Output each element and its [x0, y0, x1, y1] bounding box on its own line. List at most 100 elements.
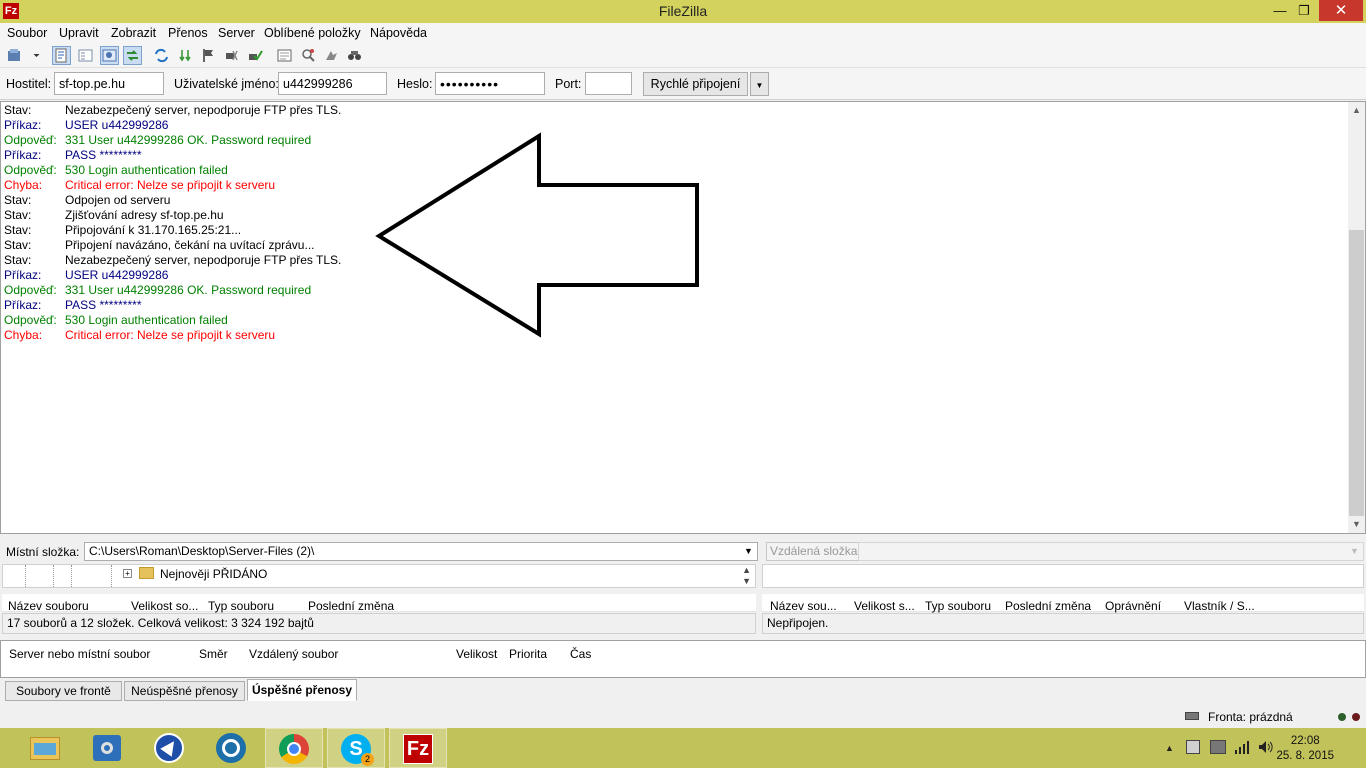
folder-icon [139, 567, 154, 579]
toggle-queue-icon[interactable] [123, 46, 142, 65]
maximize-button[interactable]: ❐ [1290, 0, 1318, 21]
menu-prenos[interactable]: Přenos [168, 26, 208, 40]
tab-failed-transfers[interactable]: Neúspěšné přenosy [124, 681, 245, 701]
receive-indicator-icon [1338, 713, 1346, 721]
log-type: Odpověď: [4, 313, 57, 327]
skype-icon[interactable]: S 2 [327, 728, 385, 768]
password-input[interactable] [435, 72, 545, 95]
password-label: Heslo: [397, 77, 433, 91]
tray-security-icon[interactable] [1186, 740, 1200, 754]
queue-column-file[interactable]: Server nebo místní soubor [9, 647, 150, 661]
toggle-remote-tree-icon[interactable] [100, 46, 119, 65]
site-manager-icon[interactable] [5, 46, 24, 65]
column-modified[interactable]: Poslední změna [1005, 599, 1091, 613]
compare-directories-icon[interactable] [299, 46, 318, 65]
taskbar: S 2 Fz ▲ 22:08 25. 8. 2015 [0, 728, 1366, 768]
log-message: Nezabezpečený server, nepodporuje FTP př… [65, 103, 342, 117]
queue-column-direction[interactable]: Směr [199, 647, 228, 661]
column-type[interactable]: Typ souboru [208, 599, 274, 613]
directory-listing-filter-icon[interactable] [275, 46, 294, 65]
scrollbar-thumb[interactable] [1349, 230, 1364, 516]
system-clock[interactable]: 22:08 25. 8. 2015 [1276, 734, 1334, 764]
cancel-operation-icon[interactable] [199, 46, 218, 65]
log-type: Příkaz: [4, 268, 42, 282]
expand-icon[interactable]: + [123, 569, 132, 578]
column-permissions[interactable]: Oprávnění [1105, 599, 1161, 613]
search-files-icon[interactable] [345, 46, 364, 65]
tray-volume-icon[interactable] [1258, 740, 1274, 757]
log-message: Critical error: Nelze se připojit k serv… [65, 328, 276, 342]
host-label: Hostitel: [6, 77, 52, 91]
tree-folder-label[interactable]: Nejnověji PŘIDÁNO [160, 567, 267, 581]
queue-column-priority[interactable]: Priorita [509, 647, 547, 661]
remote-status: Nepřipojen. [762, 613, 1364, 634]
column-filename[interactable]: Název souboru [8, 599, 89, 613]
local-path-input[interactable]: C:\Users\Roman\Desktop\Server-Files (2)\ [84, 542, 758, 561]
control-panel-icon[interactable] [79, 728, 137, 768]
log-message: Nezabezpečený server, nepodporuje FTP př… [65, 253, 342, 267]
menu-server[interactable]: Server [218, 26, 255, 40]
log-message: Critical error: Nelze se připojit k serv… [65, 178, 276, 192]
toggle-log-icon[interactable] [52, 46, 71, 65]
navigation-icon[interactable] [141, 728, 199, 768]
scroll-down-icon[interactable]: ▼ [742, 576, 751, 586]
menu-soubor[interactable]: Soubor [7, 26, 47, 40]
site-manager-dropdown-icon[interactable] [27, 46, 41, 65]
queue-column-remote[interactable]: Vzdálený soubor [249, 647, 338, 661]
synchronized-browsing-icon[interactable] [322, 46, 341, 65]
speed-dial-icon[interactable] [203, 728, 261, 768]
tab-successful-transfers[interactable]: Úspěšné přenosy [247, 679, 357, 701]
refresh-icon[interactable] [152, 46, 171, 65]
skype-badge: 2 [361, 753, 374, 766]
scroll-down-icon[interactable]: ▼ [1348, 516, 1365, 533]
window-title: FileZilla [658, 3, 708, 19]
username-input[interactable] [278, 72, 387, 95]
process-queue-icon[interactable] [176, 46, 195, 65]
log-type: Stav: [4, 238, 32, 252]
column-modified[interactable]: Poslední změna [308, 599, 394, 613]
queue-status: Fronta: prázdná [1208, 710, 1293, 724]
log-type: Chyba: [4, 328, 43, 342]
column-filename[interactable]: Název sou... [770, 599, 837, 613]
log-type: Odpověď: [4, 163, 57, 177]
column-size[interactable]: Velikost so... [131, 599, 198, 613]
scroll-up-icon[interactable]: ▲ [742, 565, 751, 575]
log-message: USER u442999286 [65, 268, 169, 282]
column-owner[interactable]: Vlastník / S... [1184, 599, 1255, 613]
local-folder-label: Místní složka: [6, 545, 80, 559]
username-label: Uživatelské jméno: [174, 77, 279, 91]
chevron-down-icon[interactable]: ▼ [744, 546, 753, 556]
close-button[interactable]: ✕ [1319, 0, 1363, 21]
menu-zobrazit[interactable]: Zobrazit [111, 26, 156, 40]
reconnect-icon[interactable] [245, 46, 264, 65]
log-message: USER u442999286 [65, 118, 169, 132]
host-input[interactable] [54, 72, 164, 95]
column-type[interactable]: Typ souboru [925, 599, 991, 613]
tray-chevron-up-icon[interactable]: ▲ [1165, 743, 1174, 753]
remote-folder-label: Vzdálená složka: [766, 542, 865, 561]
menu-napoveda[interactable]: Nápověda [370, 26, 427, 40]
quickconnect-button[interactable]: Rychlé připojení [643, 72, 748, 96]
file-explorer-icon[interactable] [16, 728, 74, 768]
tray-network-icon[interactable] [1234, 740, 1250, 757]
tab-queued-files[interactable]: Soubory ve frontě [5, 681, 122, 701]
keyboard-icon [1185, 712, 1199, 720]
transfer-queue: Server nebo místní soubor Směr Vzdálený … [0, 640, 1366, 678]
menu-oblibene-polozky[interactable]: Oblíbené položky [264, 26, 361, 40]
queue-column-size[interactable]: Velikost [456, 647, 497, 661]
queue-tabs: Soubory ve frontě Neúspěšné přenosy Úspě… [0, 679, 1366, 701]
quickconnect-dropdown-button[interactable]: ▼ [750, 72, 769, 96]
queue-column-time[interactable]: Čas [570, 647, 591, 661]
scroll-up-icon[interactable]: ▲ [1348, 102, 1365, 119]
log-type: Stav: [4, 103, 32, 117]
log-type: Odpověď: [4, 283, 57, 297]
filezilla-taskbar-icon[interactable]: Fz [389, 728, 447, 768]
chrome-icon[interactable] [265, 728, 323, 768]
column-size[interactable]: Velikost s... [854, 599, 915, 613]
tray-hardware-icon[interactable] [1210, 740, 1226, 754]
port-input[interactable] [585, 72, 632, 95]
toggle-local-tree-icon[interactable] [76, 46, 95, 65]
log-scrollbar[interactable]: ▲ ▼ [1348, 102, 1365, 533]
menu-upravit[interactable]: Upravit [59, 26, 99, 40]
disconnect-icon[interactable] [222, 46, 241, 65]
